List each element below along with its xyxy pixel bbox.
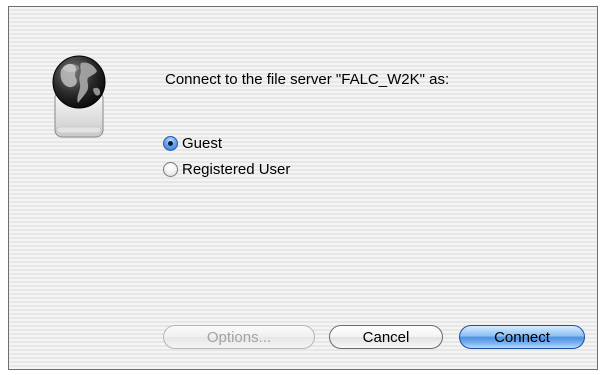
dialog-message: Connect to the file server "FALC_W2K" as…	[165, 71, 450, 88]
guest-radio-button[interactable]	[163, 136, 178, 151]
registered-user-radio-button[interactable]	[163, 162, 178, 177]
guest-radio-option[interactable]: Guest	[163, 135, 222, 152]
connect-dialog: Connect to the file server "FALC_W2K" as…	[8, 6, 598, 370]
options-button[interactable]: Options...	[163, 325, 315, 349]
globe-server-icon	[49, 53, 109, 141]
guest-radio-label: Guest	[182, 135, 223, 152]
connect-button[interactable]: Connect	[459, 325, 585, 349]
registered-user-radio-option[interactable]: Registered User	[163, 161, 290, 178]
cancel-button[interactable]: Cancel	[329, 325, 443, 349]
registered-user-radio-label: Registered User	[182, 161, 291, 178]
